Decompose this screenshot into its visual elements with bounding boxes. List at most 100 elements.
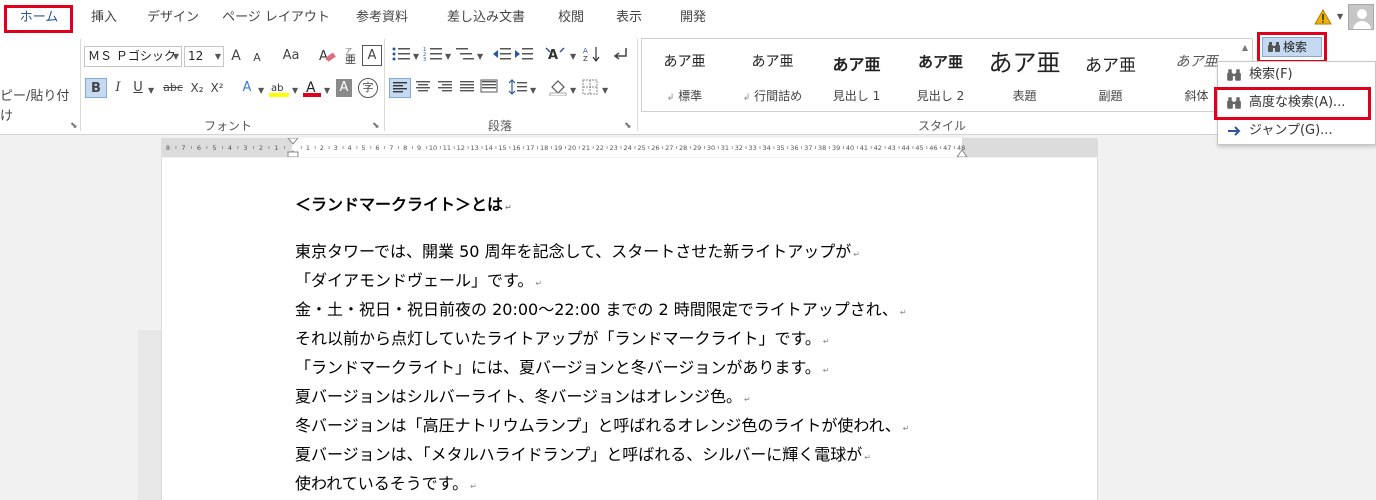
document-line: 冬バージョンは「高圧ナトリウムランプ」と呼ばれるオレンジ色のライトが使われ、 ↵ xyxy=(295,416,910,435)
ruler-number: 27 xyxy=(665,144,673,152)
ruler-number: 8 xyxy=(166,144,170,152)
chevron-down-icon[interactable]: ▼ xyxy=(602,86,608,95)
chevron-down-icon[interactable]: ▼ xyxy=(570,52,576,61)
tab-view[interactable]: 表示 xyxy=(606,6,652,30)
clipboard-launcher-icon[interactable]: ⬊ xyxy=(70,121,78,131)
ruler-number: 38 xyxy=(818,144,826,152)
chevron-down-icon[interactable]: ▼ xyxy=(292,86,298,95)
multilevel-list-icon[interactable] xyxy=(454,45,476,65)
grow-font-button[interactable]: A xyxy=(228,46,244,66)
style-subtitle[interactable]: あア亜 副題 xyxy=(1068,39,1153,111)
enclose-characters-button[interactable]: 字 xyxy=(358,78,378,98)
underline-button[interactable]: U xyxy=(130,78,146,98)
line-spacing-icon[interactable] xyxy=(507,78,529,98)
superscript-button[interactable]: X² xyxy=(208,78,226,98)
ruler-number: 25 xyxy=(637,144,645,152)
paragraph-launcher-icon[interactable]: ⬊ xyxy=(624,121,632,131)
chevron-down-icon[interactable]: ▼ xyxy=(477,52,483,61)
clear-formatting-icon[interactable]: A xyxy=(318,46,336,66)
ruler-tick xyxy=(509,146,511,149)
tab-design[interactable]: デザイン xyxy=(140,6,206,30)
numbering-icon[interactable]: 123 xyxy=(422,45,444,65)
paste-button[interactable]: ピー/貼り付け xyxy=(0,87,78,124)
indent-marker-icon[interactable] xyxy=(287,138,299,157)
chevron-down-icon[interactable]: ▼ xyxy=(258,86,264,95)
menu-item-find[interactable]: 検索(F) xyxy=(1218,62,1375,88)
ruler-tick xyxy=(676,146,677,149)
tab-review[interactable]: 校閲 xyxy=(548,6,594,30)
warning-dropdown-icon[interactable]: ▼ xyxy=(1337,12,1343,21)
font-color-icon[interactable]: A xyxy=(302,78,322,98)
ruler-tick xyxy=(237,146,239,149)
warning-icon[interactable] xyxy=(1314,9,1332,25)
shading-icon[interactable] xyxy=(548,78,568,98)
highlight-color-icon[interactable]: ab xyxy=(268,78,290,98)
increase-indent-icon[interactable] xyxy=(514,45,534,65)
paragraph-group-label: 段落 xyxy=(488,119,513,133)
ruler-number: 47 xyxy=(943,144,951,152)
style-title[interactable]: あア亜 表題 xyxy=(982,39,1067,111)
align-right-icon[interactable] xyxy=(435,78,455,98)
gallery-scroll-up-icon[interactable]: ▲ xyxy=(1242,43,1248,52)
distributed-icon[interactable] xyxy=(479,78,499,98)
chevron-down-icon[interactable]: ▼ xyxy=(530,86,536,95)
ruler-tick xyxy=(870,146,872,149)
ruler-number: 15 xyxy=(498,144,506,152)
chevron-down-icon[interactable]: ▼ xyxy=(570,86,576,95)
tab-page-layout[interactable]: ページ レイアウト xyxy=(220,6,332,30)
font-name-combo[interactable]: ＭＳ Ｐゴシック ▼ xyxy=(84,46,182,67)
style-no-spacing[interactable]: あア亜 ↲ 行間詰め xyxy=(730,39,815,111)
character-border-button[interactable]: A xyxy=(362,45,382,66)
chevron-down-icon[interactable]: ▼ xyxy=(445,52,451,61)
asian-layout-icon[interactable]: A xyxy=(544,45,570,65)
style-normal[interactable]: あア亜 ↲ 標準 xyxy=(642,39,727,111)
font-launcher-icon[interactable]: ⬊ xyxy=(372,121,380,131)
menu-item-go-to[interactable]: ジャンプ(G)... xyxy=(1218,118,1375,144)
style-heading-2[interactable]: あア亜 見出し 2 xyxy=(898,39,983,111)
subscript-button[interactable]: X₂ xyxy=(188,78,206,98)
style-heading-1[interactable]: あア亜 見出し 1 xyxy=(814,39,899,111)
user-avatar-icon[interactable] xyxy=(1348,4,1374,30)
show-marks-icon[interactable] xyxy=(610,45,630,65)
ruler-number: 7 xyxy=(181,144,185,152)
font-size-combo[interactable]: 12 ▼ xyxy=(184,46,224,67)
shrink-font-button[interactable]: A xyxy=(250,48,264,68)
horizontal-ruler[interactable]: 8 7 6 5 4 3 2 1 1 2 3 4 5 6 7 8 9 10 11 12 13 14 15 16 17 18 19 20 2… xyxy=(161,138,1098,157)
font-name-value: ＭＳ Ｐゴシック xyxy=(88,49,176,63)
borders-icon[interactable] xyxy=(580,78,600,98)
change-case-button[interactable]: Aa xyxy=(276,46,306,66)
sort-icon[interactable]: AZ xyxy=(582,45,602,65)
bullets-icon[interactable] xyxy=(390,45,412,65)
chevron-down-icon[interactable]: ▼ xyxy=(413,52,419,61)
ruler-number: 1 xyxy=(274,144,278,152)
italic-button[interactable]: I xyxy=(110,78,126,98)
style-preview: あア亜 xyxy=(988,49,1061,77)
bold-button[interactable]: B xyxy=(85,78,107,98)
document-body[interactable]: ＜ランドマークライト＞とは ↵ 東京タワーでは、開業 50 周年を記念して、スター… xyxy=(295,190,975,498)
justify-icon[interactable] xyxy=(457,78,477,98)
tab-insert[interactable]: 挿入 xyxy=(80,6,128,30)
tab-developer[interactable]: 開発 xyxy=(668,6,718,30)
chevron-down-icon[interactable]: ▼ xyxy=(324,86,330,95)
align-left-icon[interactable] xyxy=(389,78,411,98)
arrow-right-icon xyxy=(1228,126,1241,136)
chevron-down-icon[interactable]: ▼ xyxy=(148,86,154,95)
text-effects-icon[interactable]: A xyxy=(238,78,256,98)
tab-mailings[interactable]: 差し込み文書 xyxy=(434,6,538,30)
strikethrough-button[interactable]: abc xyxy=(160,78,186,98)
tab-references[interactable]: 参考資料 xyxy=(346,6,418,30)
ruler-number: 44 xyxy=(901,144,909,152)
decrease-indent-icon[interactable] xyxy=(492,45,512,65)
align-center-icon[interactable] xyxy=(413,78,433,98)
phonetic-guide-icon[interactable]: ア亜 xyxy=(342,46,358,66)
character-shading-button[interactable]: A xyxy=(336,79,352,97)
right-indent-marker-icon[interactable] xyxy=(956,148,968,157)
ruler-tick xyxy=(523,146,525,149)
style-preview: あア亜 xyxy=(832,55,881,74)
ruler-number: 36 xyxy=(790,144,798,152)
style-name: 副題 xyxy=(1098,89,1123,103)
document-line: 金・土・祝日・祝日前夜の 20:00～22:00 までの 2 時間限定でライトア… xyxy=(295,300,907,319)
ruler-number: 46 xyxy=(929,144,937,152)
ruler-number: 9 xyxy=(417,144,421,152)
ruler-tick xyxy=(370,146,372,149)
